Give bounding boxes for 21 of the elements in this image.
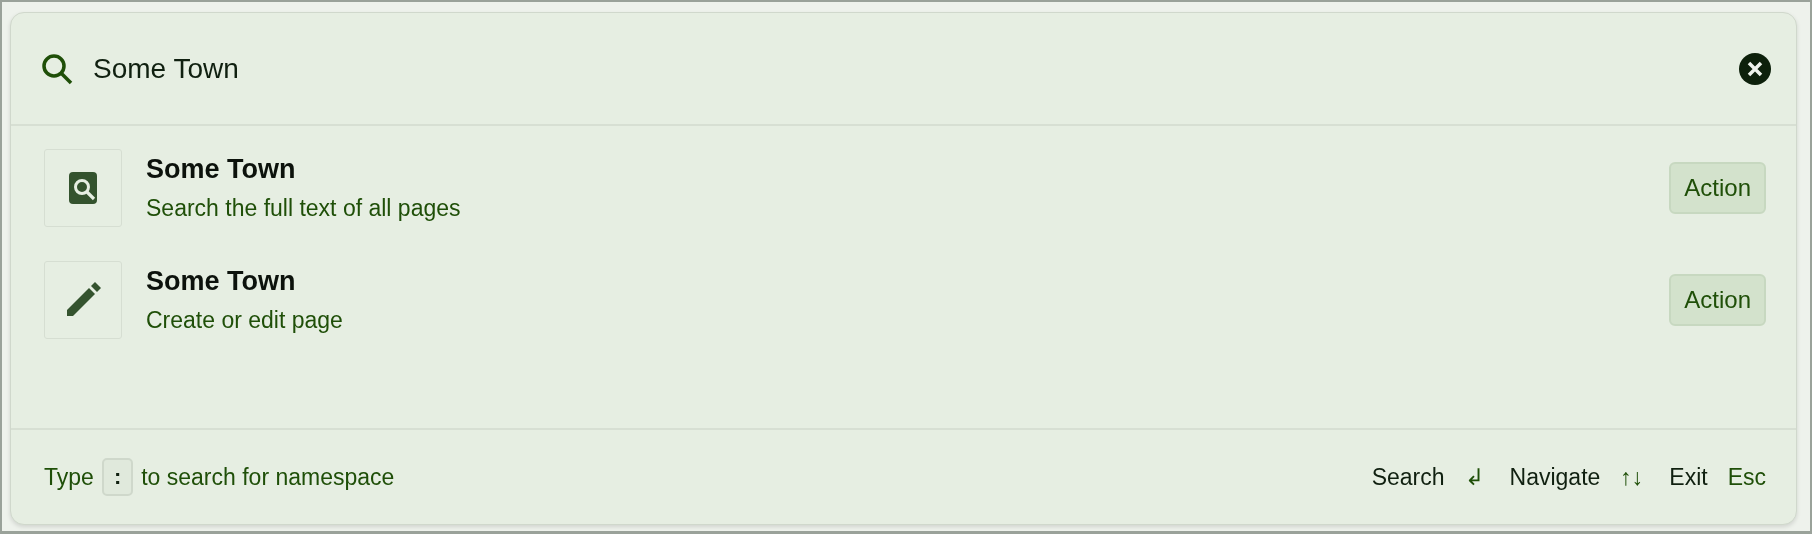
shortcut-label: Search — [1371, 463, 1445, 491]
shortcut-label: Navigate — [1509, 463, 1601, 491]
close-icon — [1739, 52, 1771, 85]
doc-search-icon — [69, 172, 97, 204]
action-button[interactable]: Action — [1669, 162, 1766, 214]
shortcut-key: ↑↓ — [1620, 463, 1644, 491]
shortcut-label: Exit — [1669, 463, 1708, 491]
search-field[interactable]: Some Town — [93, 48, 1719, 89]
action-button[interactable]: Action — [1669, 274, 1766, 326]
hint-text: Type — [44, 463, 94, 491]
result-description: Search the full text of all pages — [146, 195, 462, 222]
result-title: Some Town — [146, 154, 297, 185]
search-icon — [41, 52, 73, 85]
hint-text: to search for namespace — [141, 463, 395, 491]
pencil-icon — [65, 282, 101, 318]
result-description: Create or edit page — [146, 307, 344, 334]
clear-button[interactable] — [1739, 52, 1771, 85]
key-cap: : — [101, 458, 134, 496]
result-title: Some Town — [146, 266, 297, 297]
shortcut-key: ↲ — [1464, 463, 1484, 491]
shortcut-key: Esc — [1727, 463, 1766, 491]
